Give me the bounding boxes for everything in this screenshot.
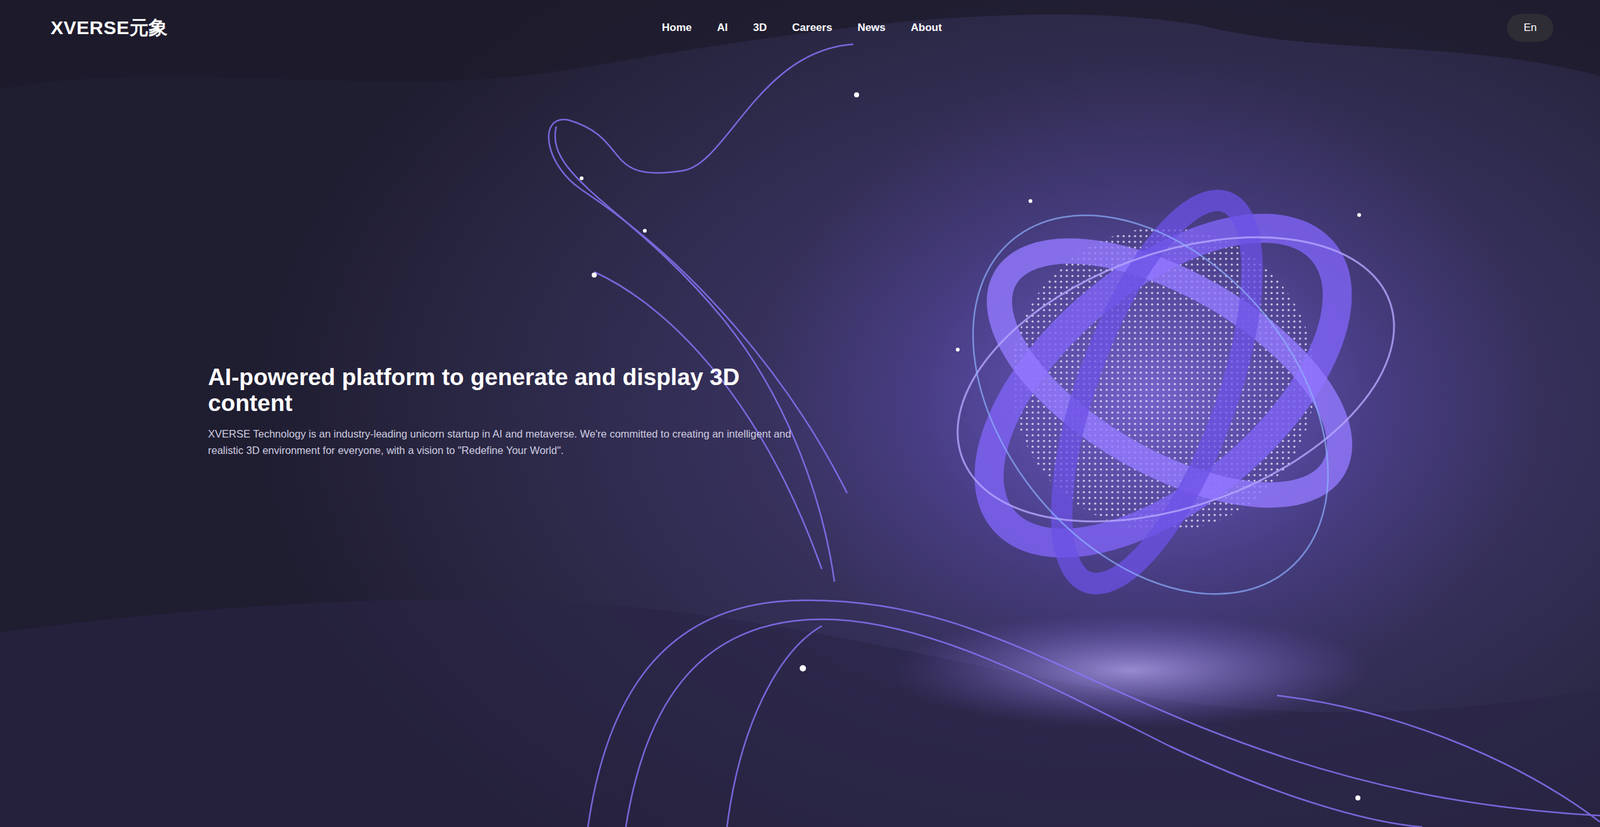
hero-title: AI-powered platform to generate and disp… <box>207 364 777 417</box>
main-nav: Home AI 3D Careers News About <box>661 21 942 35</box>
nav-item[interactable]: News <box>857 21 886 35</box>
hero-section: AI-powered platform to generate and disp… <box>0 55 1600 459</box>
hero-description: XVERSE Technology is an industry-leading… <box>207 425 803 459</box>
language-button[interactable]: En <box>1507 13 1554 42</box>
logo[interactable]: XVERSE元象 <box>50 15 169 42</box>
nav-item[interactable]: About <box>910 21 942 35</box>
nav-item[interactable]: AI <box>716 21 728 35</box>
site-header: XVERSE元象 Home AI 3D Careers News About En <box>0 0 1600 56</box>
orb <box>900 146 1433 664</box>
nav-item[interactable]: Careers <box>792 21 832 35</box>
nav-item[interactable]: Home <box>661 21 692 35</box>
nav-item[interactable]: 3D <box>752 21 767 35</box>
